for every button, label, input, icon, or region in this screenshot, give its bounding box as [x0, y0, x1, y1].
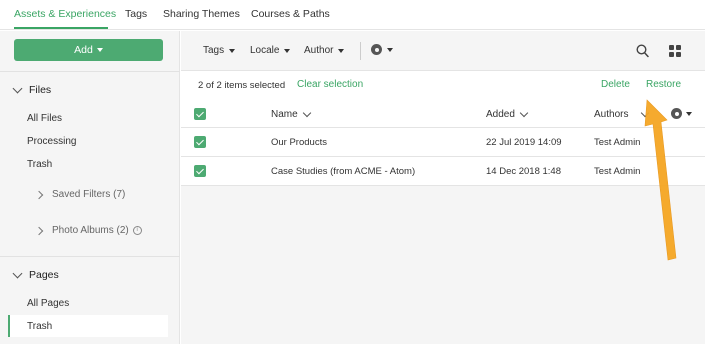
chevron-down-icon	[519, 108, 529, 117]
files-heading: Files	[29, 84, 52, 96]
author-filter-dropdown[interactable]: Author	[304, 45, 345, 56]
toolbar: Tags Locale Author	[181, 31, 705, 71]
grid-view-icon[interactable]	[669, 45, 681, 57]
locale-filter-label: Locale	[250, 45, 280, 56]
add-button-label: Add	[74, 44, 93, 56]
table-header: Name Added Authors	[181, 100, 705, 128]
gear-icon	[371, 44, 382, 55]
tab-sharing-themes[interactable]: Sharing Themes	[163, 8, 240, 20]
main-content: 2 of 2 items selected Clear selection De…	[181, 72, 705, 344]
locale-filter-dropdown[interactable]: Locale	[250, 45, 291, 56]
row-name[interactable]: Case Studies (from ACME - Atom)	[271, 166, 415, 177]
search-icon[interactable]	[636, 44, 649, 58]
pages-heading: Pages	[29, 269, 59, 281]
sidebar-divider	[0, 256, 180, 257]
tags-filter-label: Tags	[203, 45, 225, 56]
caret-down-icon	[229, 48, 236, 53]
sidebar-item-processing[interactable]: Processing	[27, 136, 76, 147]
tab-assets-experiences[interactable]: Assets & Experiences	[14, 8, 116, 20]
caret-down-icon	[96, 48, 103, 52]
tab-courses-paths[interactable]: Courses & Paths	[251, 8, 330, 20]
column-authors-label: Authors	[594, 109, 629, 120]
toolbar-divider	[360, 42, 361, 60]
restore-button[interactable]: Restore	[646, 79, 681, 90]
sidebar-item-pages-trash[interactable]: Trash	[27, 321, 52, 332]
gear-icon	[671, 108, 682, 119]
pages-section-toggle[interactable]: Pages	[12, 268, 59, 281]
sidebar-item-files-trash[interactable]: Trash	[27, 159, 52, 170]
table-row[interactable]: Our Products 22 Jul 2019 14:09 Test Admi…	[181, 128, 705, 157]
tab-tags[interactable]: Tags	[125, 8, 147, 20]
chevron-down-icon	[12, 268, 23, 278]
column-header-added[interactable]: Added	[486, 108, 529, 120]
active-tab-indicator	[14, 27, 108, 29]
chevron-down-icon	[302, 108, 311, 117]
photo-albums-toggle[interactable]: Photo Albums (2) i	[34, 225, 142, 236]
files-section-toggle[interactable]: Files	[12, 83, 52, 96]
row-checkbox[interactable]	[194, 165, 206, 177]
chevron-down-icon	[12, 83, 23, 93]
select-all-checkbox[interactable]	[194, 108, 206, 120]
saved-filters-label: Saved Filters (7)	[52, 189, 126, 200]
selection-count: 2 of 2 items selected	[198, 80, 286, 91]
sidebar-item-all-pages[interactable]: All Pages	[27, 298, 69, 309]
caret-down-icon	[284, 48, 291, 53]
photo-albums-label: Photo Albums (2)	[52, 225, 129, 236]
info-icon[interactable]: i	[132, 226, 142, 235]
chevron-right-icon	[34, 226, 44, 235]
row-author: Test Admin	[594, 166, 641, 177]
row-author: Test Admin	[594, 137, 641, 148]
column-settings-dropdown[interactable]	[671, 108, 692, 119]
chevron-right-icon	[34, 190, 44, 199]
add-button[interactable]: Add	[14, 39, 163, 61]
selection-bar: 2 of 2 items selected Clear selection De…	[181, 72, 705, 100]
column-header-authors[interactable]: Authors	[594, 108, 650, 120]
caret-down-icon	[686, 111, 692, 116]
tags-filter-dropdown[interactable]: Tags	[203, 45, 236, 56]
settings-dropdown[interactable]	[371, 44, 393, 55]
caret-down-icon	[387, 47, 393, 52]
chevron-down-icon	[641, 108, 650, 117]
sidebar-divider	[0, 71, 180, 72]
saved-filters-toggle[interactable]: Saved Filters (7)	[34, 189, 126, 200]
sidebar-item-all-files[interactable]: All Files	[27, 113, 62, 124]
row-added: 22 Jul 2019 14:09	[486, 137, 562, 148]
table-row[interactable]: Case Studies (from ACME - Atom) 14 Dec 2…	[181, 157, 705, 186]
column-added-label: Added	[486, 109, 515, 120]
column-header-name[interactable]: Name	[271, 108, 311, 120]
column-name-label: Name	[271, 109, 298, 120]
row-checkbox[interactable]	[194, 136, 206, 148]
row-added: 14 Dec 2018 1:48	[486, 166, 562, 177]
caret-down-icon	[338, 48, 345, 53]
clear-selection-link[interactable]: Clear selection	[297, 79, 363, 90]
delete-button[interactable]: Delete	[601, 79, 630, 90]
author-filter-label: Author	[304, 45, 334, 56]
top-nav: Assets & Experiences Tags Sharing Themes…	[0, 0, 705, 30]
row-name[interactable]: Our Products	[271, 137, 327, 148]
